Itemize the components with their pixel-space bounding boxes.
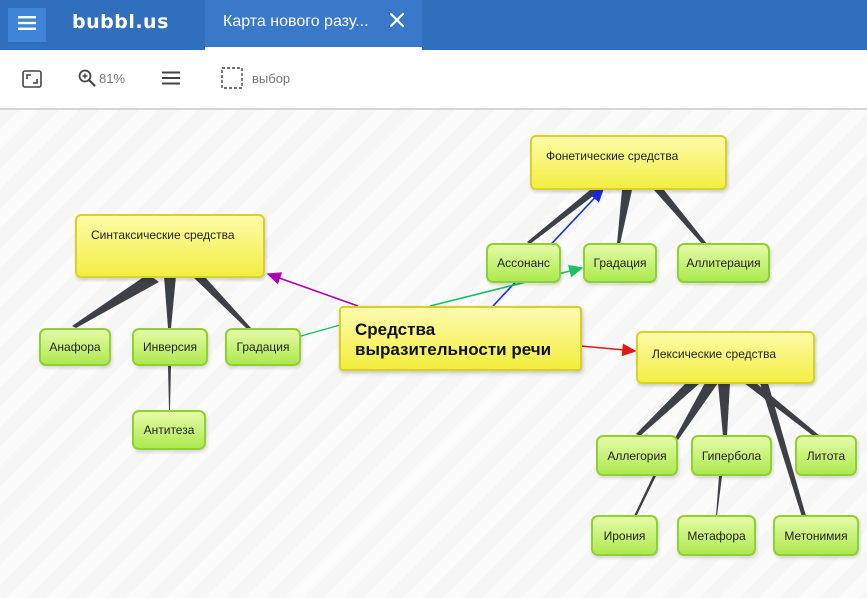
branch-giperbola-metafora xyxy=(716,476,722,516)
node-label: Лексические средства xyxy=(652,347,777,361)
link-to-gradacia-left xyxy=(300,324,341,337)
node-synt[interactable]: Синтаксические средства xyxy=(75,214,265,278)
menu-button[interactable] xyxy=(8,8,46,42)
node-label: Аллегория xyxy=(607,448,667,463)
branch-allegoria-ironia xyxy=(634,476,656,517)
branch-synt-inversia xyxy=(164,276,176,328)
branch-synt-gradacia xyxy=(192,276,251,329)
arrow-to-lex xyxy=(580,343,637,357)
zoom-level[interactable]: 81% xyxy=(99,71,125,86)
node-ironia[interactable]: Ирония xyxy=(591,515,658,556)
branch-phon-assonans xyxy=(527,190,601,244)
select-tool[interactable]: выбор xyxy=(214,62,344,94)
node-gradacia-right[interactable]: Градация xyxy=(583,243,657,283)
node-inversia[interactable]: Инверсия xyxy=(132,328,208,366)
branch-inversia-antiteza xyxy=(168,365,171,410)
node-label: Аллитерация xyxy=(686,256,761,270)
zoom-icon[interactable] xyxy=(78,69,96,92)
tab-document[interactable]: Карта нового разу... xyxy=(205,0,422,50)
node-label: Фонетические средства xyxy=(546,149,679,163)
fit-screen-icon[interactable] xyxy=(22,70,42,93)
node-allegoria[interactable]: Аллегория xyxy=(596,435,678,476)
node-label: Литота xyxy=(806,448,846,463)
branch-lex-allegoria xyxy=(636,383,700,436)
node-label: Метафора xyxy=(687,528,746,543)
app-header: bubbl.us Карта нового разу... xyxy=(0,0,867,50)
select-label: выбор xyxy=(252,71,291,86)
app-logo[interactable]: bubbl.us xyxy=(72,11,169,33)
node-label: Антитеза xyxy=(143,423,195,437)
node-label: Метонимия xyxy=(784,528,848,543)
node-phon[interactable]: Фонетические средства xyxy=(530,135,727,190)
node-giperbola[interactable]: Гипербола xyxy=(691,435,772,476)
node-metonimia[interactable]: Метонимия xyxy=(773,515,859,556)
node-litota[interactable]: Литота xyxy=(795,435,857,476)
node-lex[interactable]: Лексические средства xyxy=(636,331,815,384)
branch-phon-alliteracia xyxy=(654,190,707,245)
mindmap-canvas[interactable]: Синтаксические средства Фонетические сре… xyxy=(0,110,867,598)
node-label: Градация xyxy=(593,256,647,270)
menu-lines-icon[interactable] xyxy=(162,71,180,90)
node-label: Ирония xyxy=(603,528,646,543)
node-antiteza[interactable]: Антитеза xyxy=(132,410,206,450)
branch-phon-gradacia xyxy=(617,190,632,244)
node-assonans[interactable]: Ассонанс xyxy=(486,243,561,283)
node-label: Инверсия xyxy=(142,340,198,354)
node-central[interactable]: Средства выразительности речи xyxy=(339,306,582,371)
select-box-icon xyxy=(221,67,243,94)
node-label: Средства выразительности речи xyxy=(355,320,552,359)
toolbar: 81% выбор xyxy=(0,50,867,110)
node-gradacia-left[interactable]: Градация xyxy=(225,328,301,366)
arrow-to-synt xyxy=(266,272,359,307)
tab-title: Карта нового разу... xyxy=(223,13,369,30)
branch-lex-litota xyxy=(744,383,820,438)
node-label: Градация xyxy=(236,340,290,354)
node-metafora[interactable]: Метафора xyxy=(677,515,756,556)
branch-lex-giperbola xyxy=(718,383,730,436)
branch-synt-anafora xyxy=(72,274,159,328)
close-icon[interactable] xyxy=(386,9,408,31)
node-alliteracia[interactable]: Аллитерация xyxy=(677,243,770,283)
node-anafora[interactable]: Анафора xyxy=(39,328,111,366)
node-label: Синтаксические средства xyxy=(91,228,235,242)
hamburger-icon xyxy=(18,15,36,35)
node-label: Гипербола xyxy=(701,448,762,463)
node-label: Анафора xyxy=(49,340,101,354)
node-label: Ассонанс xyxy=(497,256,550,270)
